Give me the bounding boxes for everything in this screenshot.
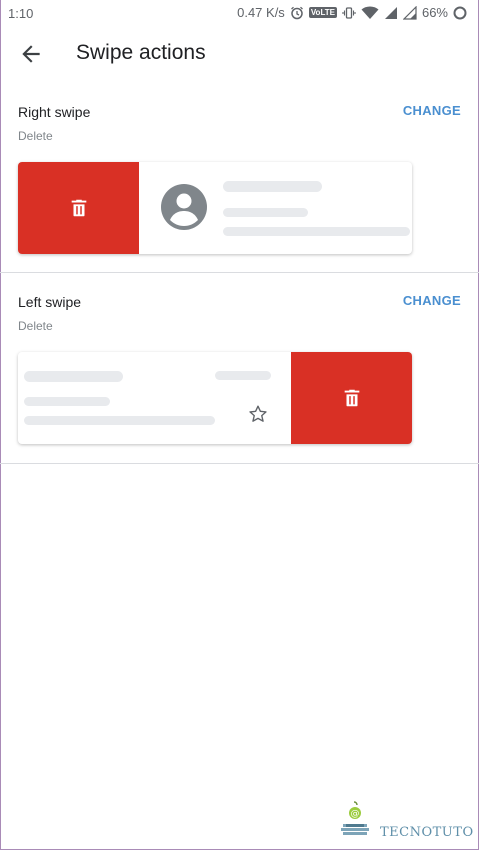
vibrate-icon bbox=[342, 6, 356, 20]
page-title: Swipe actions bbox=[76, 41, 206, 64]
watermark-logo-icon: @ bbox=[338, 800, 372, 845]
placeholder-line bbox=[24, 371, 123, 382]
star-outline-icon bbox=[247, 403, 269, 425]
status-right: 0.47 K/s VoLTE 66% bbox=[237, 5, 467, 20]
avatar-icon bbox=[161, 184, 207, 230]
placeholder-line bbox=[215, 371, 271, 380]
left-swipe-preview-card bbox=[18, 352, 412, 444]
alarm-icon bbox=[290, 6, 304, 20]
left-swipe-label: Left swipe bbox=[18, 294, 82, 310]
right-swipe-change-button[interactable]: CHANGE bbox=[403, 103, 461, 118]
svg-text:@: @ bbox=[351, 809, 360, 819]
section-divider bbox=[0, 463, 479, 464]
left-swipe-action-area bbox=[291, 352, 412, 444]
placeholder-line bbox=[223, 181, 322, 192]
right-swipe-value: Delete bbox=[18, 129, 53, 143]
signal-icon-secondary bbox=[402, 5, 417, 20]
left-swipe-change-button[interactable]: CHANGE bbox=[403, 293, 461, 308]
battery-percent: 66% bbox=[421, 5, 448, 20]
signal-icon bbox=[384, 6, 398, 20]
wifi-icon bbox=[361, 6, 379, 20]
right-swipe-preview-card bbox=[18, 162, 412, 254]
app-bar: Swipe actions bbox=[0, 26, 479, 82]
arrow-back-icon[interactable] bbox=[18, 41, 44, 67]
status-bar: 1:10 0.47 K/s VoLTE 66% bbox=[0, 0, 479, 26]
placeholder-line bbox=[223, 208, 308, 217]
network-speed: 0.47 K/s bbox=[237, 5, 285, 20]
watermark: @ TECNOTUTO bbox=[336, 800, 473, 840]
watermark-text: TECNOTUTO bbox=[380, 825, 474, 840]
placeholder-line bbox=[24, 397, 110, 406]
left-swipe-value: Delete bbox=[18, 319, 53, 333]
right-swipe-action-area bbox=[18, 162, 139, 254]
placeholder-line bbox=[223, 227, 410, 236]
right-swipe-section[interactable]: Right swipe Delete CHANGE bbox=[0, 82, 479, 272]
left-swipe-section[interactable]: Left swipe Delete CHANGE bbox=[0, 273, 479, 463]
volte-badge: VoLTE bbox=[308, 7, 337, 18]
status-time: 1:10 bbox=[8, 6, 34, 21]
battery-icon bbox=[453, 6, 467, 20]
placeholder-line bbox=[24, 416, 215, 425]
right-swipe-label: Right swipe bbox=[18, 104, 91, 120]
